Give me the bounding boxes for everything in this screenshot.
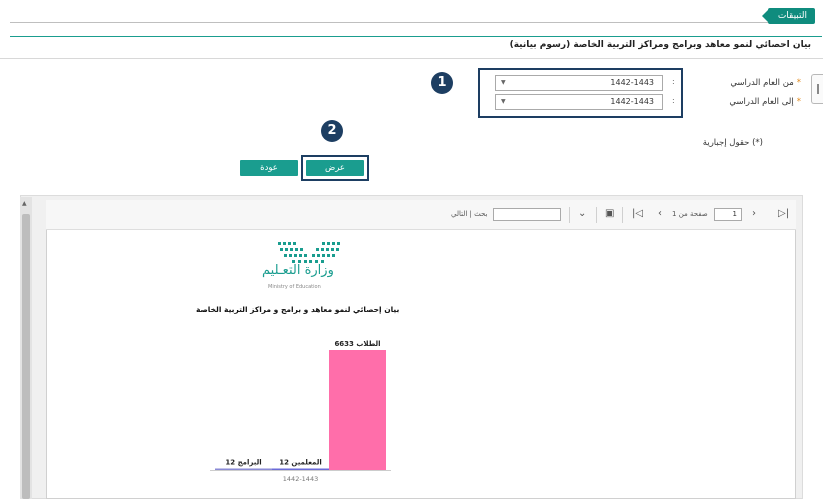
applications-tab[interactable]: التبيقات xyxy=(761,8,815,24)
section-divider xyxy=(0,58,823,59)
title-divider xyxy=(10,36,822,37)
report-page xyxy=(46,200,796,499)
chart-title: بيان إحصائي لنمو معاهد و برامج و مراكز ا… xyxy=(196,305,400,314)
data-label-1: المعلمين 12 xyxy=(279,459,322,467)
header-divider xyxy=(10,22,810,23)
next-page-icon[interactable]: › xyxy=(752,208,756,219)
export-dropdown-icon[interactable]: ⌄ xyxy=(578,208,586,219)
callout-badge-1: 1 xyxy=(431,72,453,94)
page-number-input[interactable]: 1 xyxy=(714,208,742,221)
data-label-2: الطلاب 6633 xyxy=(334,340,380,348)
callout-badge-2: 2 xyxy=(321,120,343,142)
last-page-icon[interactable]: ▷| xyxy=(778,208,789,219)
scroll-up-icon[interactable]: ▲ xyxy=(22,200,27,207)
scrollbar-thumb[interactable] xyxy=(22,214,30,499)
view-button[interactable]: عرض xyxy=(306,160,364,176)
tab-arrow-icon xyxy=(761,10,768,22)
x-tick-label: 1442-1443 xyxy=(283,475,318,483)
required-star-icon: * xyxy=(796,97,801,107)
bar-0 xyxy=(215,468,272,470)
save-icon[interactable]: ▣ xyxy=(605,208,614,219)
bar-chart: البرامج 12 المعلمين 12 الطلاب 6633 1442-144… xyxy=(210,340,391,483)
previous-page-icon[interactable]: ‹ xyxy=(658,208,662,219)
page-count-text: صفحة من 1 xyxy=(672,210,708,218)
collapse-handle-icon[interactable] xyxy=(811,74,823,104)
year-selection-highlight xyxy=(478,68,683,118)
required-fields-note: (*) حقول إجبارية xyxy=(702,138,763,148)
first-page-icon[interactable]: |◁ xyxy=(632,208,643,219)
ministry-logo-arabic: وزارة التعـليم xyxy=(262,263,334,278)
from-year-label: *من العام الدراسي xyxy=(730,78,801,88)
search-input[interactable] xyxy=(493,208,561,221)
toolbar-separator xyxy=(596,207,597,223)
header-bar xyxy=(0,0,823,30)
toolbar-separator xyxy=(622,207,623,223)
bar-1 xyxy=(272,468,329,470)
applications-tab-label: التبيقات xyxy=(777,11,807,21)
search-next-link[interactable]: بحث | التالي xyxy=(451,210,487,218)
page-title: بيان احصائي لنمو معاهد وبرامج ومراكز الت… xyxy=(509,40,811,50)
required-star-icon: * xyxy=(796,78,801,88)
ministry-logo-icon xyxy=(278,242,340,263)
data-label-0: البرامج 12 xyxy=(225,459,261,467)
toolbar-separator xyxy=(569,207,570,223)
to-year-label: *إلى العام الدراسي xyxy=(729,97,801,107)
page-number-value: 1 xyxy=(732,210,737,218)
ministry-logo-english: Ministry of Education xyxy=(268,284,321,290)
bar-2 xyxy=(329,350,386,470)
back-button[interactable]: عودة xyxy=(240,160,298,176)
